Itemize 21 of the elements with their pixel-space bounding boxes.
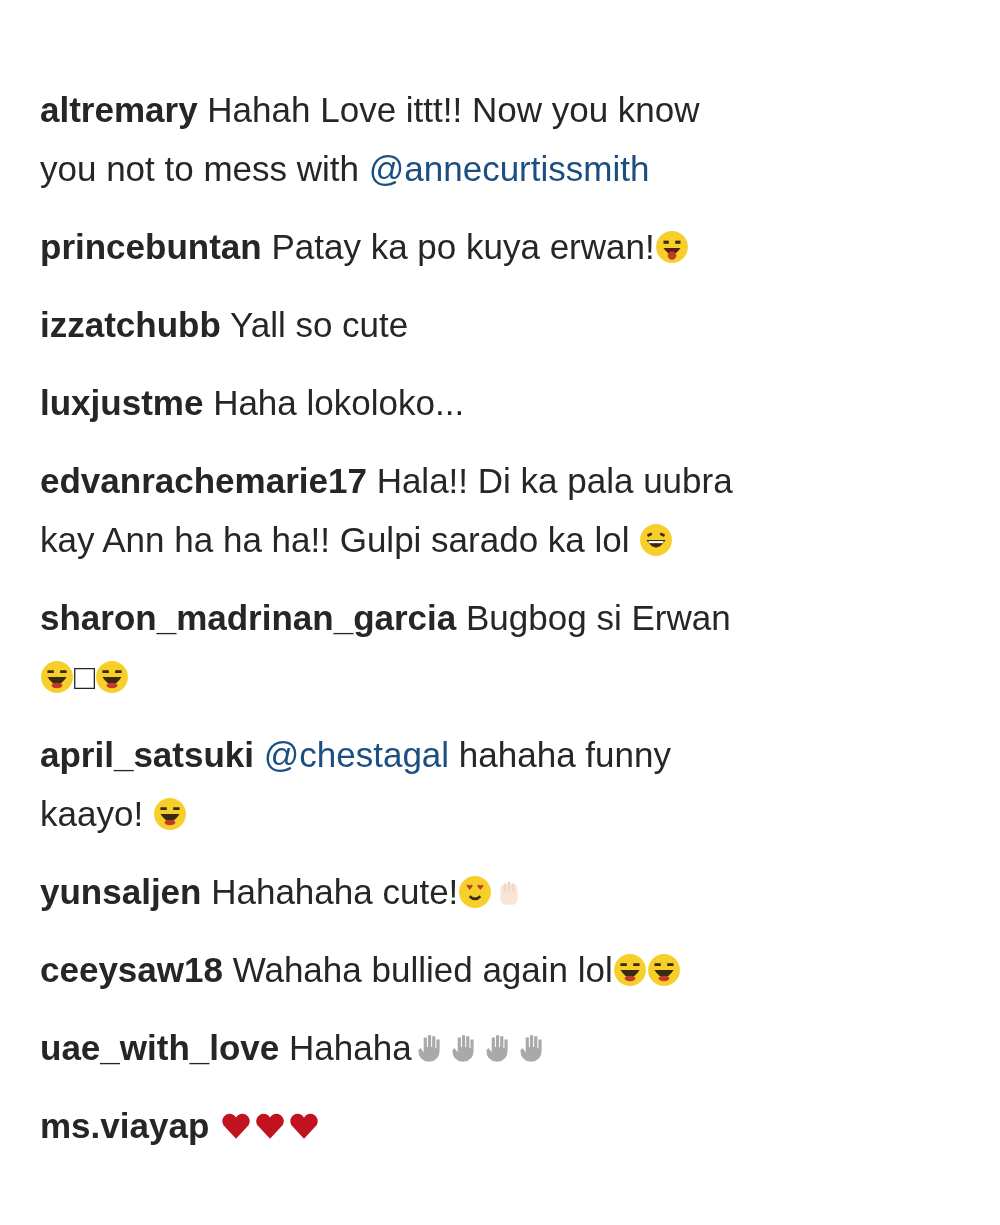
laughing-face-icon bbox=[612, 953, 647, 987]
grinning-face-icon bbox=[639, 523, 674, 557]
comment-text: yunsaljen Hahahaha cute! bbox=[40, 862, 980, 921]
comment-text: altremary Hahah Love ittt!! Now you know you not to mess with @annecurtissmith bbox=[40, 89, 701, 190]
comment-text: luxjustme Haha lokoloko... bbox=[40, 382, 466, 424]
comment-text: uae_with_love Hahaha bbox=[40, 1018, 980, 1077]
heart-eyes-face-icon bbox=[458, 875, 493, 909]
laughing-face-icon bbox=[646, 953, 681, 987]
tongue-face-icon bbox=[654, 230, 689, 264]
comment-text: sharon_madrinan_garcia Bugbog si Erwan □ bbox=[40, 597, 732, 698]
comment-text: ms.viayap bbox=[40, 1096, 980, 1155]
comment-text: april_satsuki @chestagal hahaha funny kaayo! bbox=[40, 734, 672, 835]
comment-text: ceeysaw18 Wahaha bullied again lol bbox=[40, 940, 980, 999]
comment-text: izzatchubb Yall so cute bbox=[40, 304, 410, 346]
laughing-face-icon bbox=[152, 797, 187, 831]
comment-text: edvanrachemarie17 Hala!! Di ka pala uubra kay Ann ha ha ha!! Gulpi sarado ka lol bbox=[40, 460, 734, 561]
laughing-face-icon bbox=[95, 660, 130, 694]
mention-link[interactable]: @chestagal bbox=[263, 735, 450, 774]
laughing-face-icon bbox=[40, 660, 74, 694]
comment-text: princebuntan Patay ka po kuya erwan! bbox=[40, 217, 980, 276]
mention-link[interactable]: @annecurtissmith bbox=[368, 149, 650, 188]
